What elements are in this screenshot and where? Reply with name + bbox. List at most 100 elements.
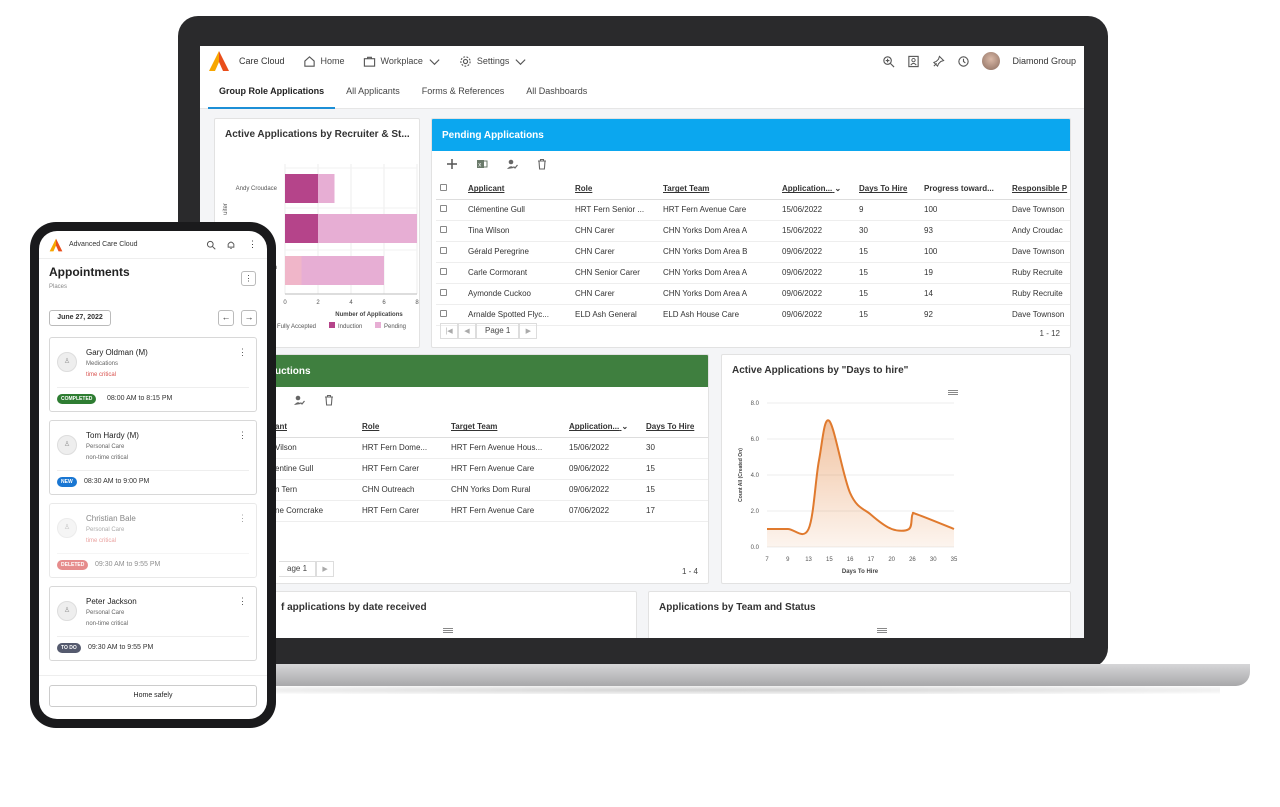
col-days-to-hire[interactable]: Days To Hire	[642, 417, 705, 438]
chart-menu-icon[interactable]	[877, 628, 887, 634]
bar-segment[interactable]	[301, 256, 385, 285]
row-checkbox[interactable]	[436, 283, 464, 305]
table-cell: 1	[705, 458, 708, 480]
contact-card-icon[interactable]	[907, 55, 920, 68]
bell-icon[interactable]	[226, 240, 236, 250]
legend-swatch	[375, 322, 381, 328]
x-axis-label: Days To Hire	[842, 569, 879, 575]
home-safely-button[interactable]: Home safely	[49, 685, 257, 707]
col-progress[interactable]: Progress toward...	[920, 179, 1008, 200]
inductions-pager: age 1 ▶	[279, 561, 335, 577]
appointment-card[interactable]: ♙ Tom Hardy (M) Personal Care non-time crit…	[49, 420, 257, 495]
assign-user-icon[interactable]	[293, 394, 305, 406]
bar-segment[interactable]	[318, 174, 335, 203]
legend-label[interactable]: Fully Accepted	[277, 324, 316, 330]
select-all-checkbox[interactable]	[436, 179, 464, 200]
pending-applications-title: Pending Applications	[432, 119, 1070, 151]
more-options-button[interactable]: ⋮	[241, 271, 256, 286]
table-cell: HRT Fern Avenue Care	[447, 458, 565, 480]
col-application-date[interactable]: Application... ⌄	[565, 417, 642, 438]
svg-text:x: x	[478, 163, 481, 169]
nav-workplace[interactable]: Workplace	[363, 55, 441, 68]
table-cell: 07/06/2022	[565, 500, 642, 522]
tab-forms-references[interactable]: Forms & References	[411, 76, 516, 109]
col-application-date-label: Application...	[782, 184, 833, 194]
row-checkbox[interactable]	[436, 199, 464, 221]
row-checkbox[interactable]	[436, 220, 464, 242]
table-row[interactable]: ne Corncrake HRT Fern Carer HRT Fern Avenu…	[271, 500, 708, 522]
y-axis-label: uiter	[223, 203, 229, 215]
appointment-card[interactable]: ♙ Christian Bale Personal Care time critica…	[49, 503, 257, 578]
next-page-button[interactable]: ▶	[519, 323, 538, 339]
add-icon[interactable]	[446, 158, 458, 170]
assign-user-icon[interactable]	[506, 158, 518, 170]
more-vert-icon[interactable]: ⋮	[238, 430, 247, 441]
x-tick-label: 4	[349, 300, 353, 306]
tab-all-applicants[interactable]: All Applicants	[335, 76, 411, 109]
tab-group-role-applications[interactable]: Group Role Applications	[208, 76, 336, 109]
delete-icon[interactable]	[323, 394, 335, 406]
col-role[interactable]: Role	[571, 179, 659, 200]
legend-label[interactable]: Pending	[384, 324, 406, 330]
history-icon[interactable]	[957, 55, 970, 68]
chart-menu-icon[interactable]	[443, 628, 453, 634]
status-badge: NEW	[57, 477, 77, 487]
first-page-button[interactable]: |◀	[440, 323, 458, 339]
table-row[interactable]: Vilson HRT Fern Dome... HRT Fern Avenue Ho…	[271, 437, 708, 459]
col-days-to-hire[interactable]: Days To Hire	[855, 179, 920, 200]
more-vert-icon[interactable]: ⋮	[238, 347, 247, 358]
logo-icon[interactable]	[208, 50, 230, 72]
client-name: Tom Hardy (M)	[86, 431, 139, 440]
user-name[interactable]: Diamond Group	[1012, 56, 1076, 66]
col-applicant[interactable]: Applicant	[464, 179, 571, 200]
table-row[interactable]: entine Gull HRT Fern Carer HRT Fern Avenue…	[271, 458, 708, 480]
row-checkbox[interactable]	[436, 262, 464, 284]
col-role[interactable]: Role	[358, 417, 447, 438]
date-picker[interactable]: June 27, 2022	[49, 310, 111, 326]
col-extra[interactable]: I	[705, 417, 708, 438]
excel-export-icon[interactable]: x	[476, 158, 488, 170]
row-checkbox[interactable]	[436, 241, 464, 263]
table-row[interactable]: Aymonde Cuckoo CHN Carer CHN Yorks Dom Are…	[436, 283, 1070, 305]
more-vert-icon[interactable]: ⋮	[238, 513, 247, 524]
col-responsible[interactable]: Responsible P	[1008, 179, 1070, 200]
appointment-card[interactable]: ♙ Peter Jackson Personal Care non-time crit…	[49, 586, 257, 661]
zoom-in-icon[interactable]	[882, 55, 895, 68]
bar-segment[interactable]	[285, 174, 318, 203]
prev-page-button[interactable]: ◀	[458, 323, 476, 339]
table-row[interactable]: n Tern CHN Outreach CHN Yorks Dom Rural 09/…	[271, 479, 708, 501]
tab-all-dashboards[interactable]: All Dashboards	[515, 76, 598, 109]
table-cell: Dave Townson	[1008, 241, 1070, 263]
next-page-button[interactable]: ▶	[316, 561, 335, 577]
care-category: Medications	[86, 361, 119, 367]
row-checkbox[interactable]	[436, 304, 464, 326]
table-row[interactable]: Carle Cormorant CHN Senior Carer CHN Yorks…	[436, 262, 1070, 284]
table-row[interactable]: Gérald Peregrine CHN Carer CHN Yorks Dom A…	[436, 241, 1070, 263]
bar-segment[interactable]	[318, 214, 417, 243]
next-day-button[interactable]: →	[241, 310, 257, 326]
chevron-down-icon	[429, 58, 440, 65]
table-cell: ELD Ash General	[571, 304, 659, 326]
table-cell: entine Gull	[271, 458, 358, 480]
nav-settings[interactable]: Settings	[459, 55, 528, 68]
col-target-team[interactable]: Target Team	[659, 179, 778, 200]
bar-segment[interactable]	[285, 214, 318, 243]
table-row[interactable]: Arnalde Spotted Flyc... ELD Ash General EL…	[436, 304, 1070, 326]
col-target-team[interactable]: Target Team	[447, 417, 565, 438]
appointment-card[interactable]: ♙ Gary Oldman (M) Medications time critical…	[49, 337, 257, 412]
avatar[interactable]	[982, 52, 1001, 70]
search-icon[interactable]	[206, 240, 216, 250]
prev-day-button[interactable]: ←	[218, 310, 234, 326]
more-vert-icon[interactable]: ⋮	[248, 239, 257, 250]
col-applicant[interactable]: ant	[271, 417, 358, 438]
col-application-date[interactable]: Application... ⌄	[778, 179, 855, 200]
gear-icon	[460, 55, 471, 67]
nav-home[interactable]: Home	[303, 55, 345, 68]
delete-icon[interactable]	[536, 158, 548, 170]
more-vert-icon[interactable]: ⋮	[238, 596, 247, 607]
table-row[interactable]: Clémentine Gull HRT Fern Senior ... HRT Fe…	[436, 199, 1070, 221]
legend-label[interactable]: Induction	[338, 324, 362, 330]
table-row[interactable]: Tina Wilson CHN Carer CHN Yorks Dom Area A…	[436, 220, 1070, 242]
pin-icon[interactable]	[932, 54, 946, 68]
bar-segment[interactable]	[285, 256, 302, 285]
